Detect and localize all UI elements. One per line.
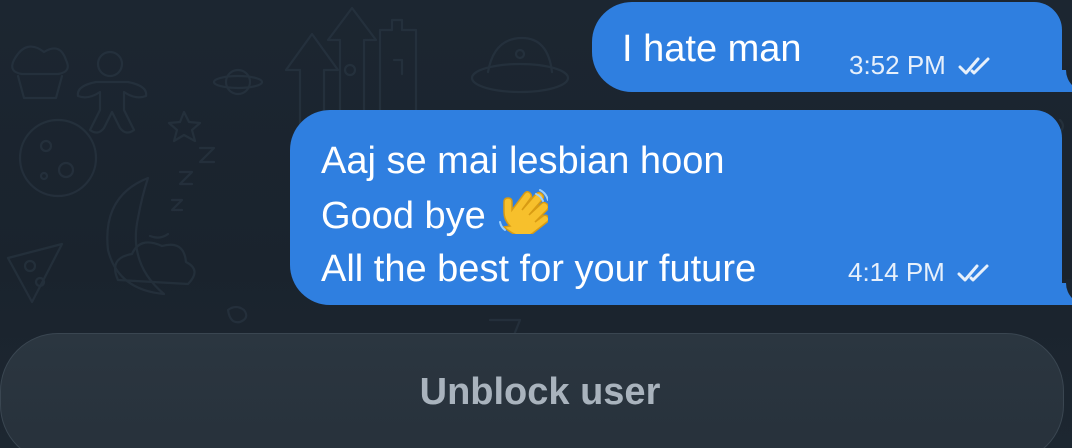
unblock-user-label[interactable]: Unblock user <box>0 371 1072 414</box>
message-line: Aaj se mai lesbian hoon <box>321 140 725 182</box>
double-check-icon <box>957 264 989 281</box>
message-line: All the best for your future <box>321 248 757 290</box>
message-time: 3:52 PM <box>849 50 946 80</box>
outgoing-message-bubble[interactable]: Aaj se mai lesbian hoon Good bye All the… <box>290 110 1072 305</box>
outgoing-message-bubble[interactable]: I hate man 3:52 PM <box>592 2 1072 92</box>
message-meta: 3:52 PM <box>849 50 992 81</box>
message-meta: 4:14 PM <box>848 257 991 288</box>
message-line: I hate man <box>622 28 802 70</box>
message-time: 4:14 PM <box>848 257 945 287</box>
message-line: Good bye <box>321 188 756 243</box>
waving-hand-emoji <box>499 189 549 234</box>
message-text: Aaj se mai lesbian hoon Good bye All the… <box>321 135 756 296</box>
message-text: I hate man <box>622 23 802 76</box>
double-check-icon <box>958 57 990 74</box>
